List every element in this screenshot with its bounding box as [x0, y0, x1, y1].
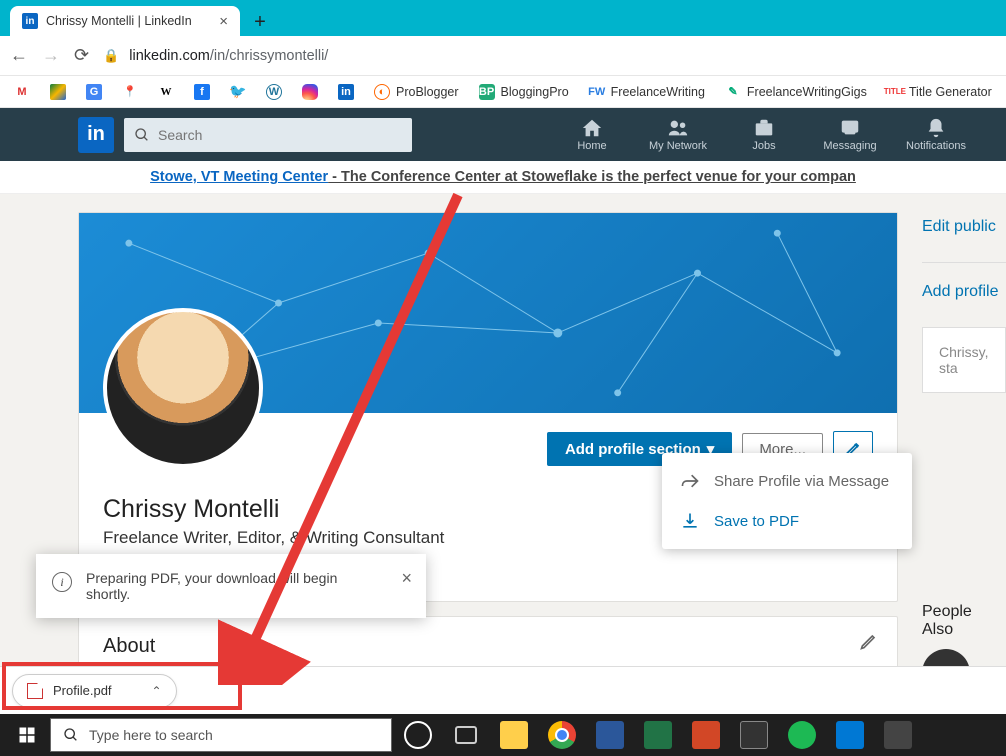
bookmark-titlegenerator[interactable]: TITLETitle Generator [887, 84, 992, 100]
bookmark-freelancewriting[interactable]: FWFreelanceWriting [589, 84, 705, 100]
download-item[interactable]: Profile.pdf ⌃ [12, 674, 177, 708]
browser-tab[interactable]: in Chrissy Montelli | LinkedIn × [10, 6, 240, 36]
taskbar-spotify[interactable] [780, 718, 824, 752]
bookmark-drive[interactable] [50, 84, 66, 100]
bookmark-facebook[interactable]: f [194, 84, 210, 100]
download-filename: Profile.pdf [53, 683, 112, 698]
tab-title: Chrissy Montelli | LinkedIn [46, 14, 211, 28]
taskbar-mail[interactable] [828, 718, 872, 752]
taskbar-powerpoint[interactable] [684, 718, 728, 752]
bookmark-problogger[interactable]: ◐ProBlogger [374, 84, 459, 100]
edit-about-button[interactable] [859, 631, 879, 656]
linkedin-logo[interactable]: in [78, 117, 114, 153]
nav-jobs[interactable]: Jobs [722, 117, 806, 152]
search-icon [63, 727, 79, 743]
forward-button[interactable]: → [42, 45, 60, 66]
reload-button[interactable]: ⟳ [74, 45, 89, 66]
taskbar-excel[interactable] [636, 718, 680, 752]
browser-toolbar: ← → ⟳ 🔒 linkedin.com/in/chrissymontelli/ [0, 36, 1006, 76]
bookmark-bloggingpro[interactable]: BPBloggingPro [479, 84, 569, 100]
nav-notifications[interactable]: Notifications [894, 117, 978, 152]
taskbar-chrome[interactable] [540, 718, 584, 752]
bookmark-maps[interactable]: 📍 [122, 84, 138, 100]
taskbar-app[interactable] [876, 718, 920, 752]
taskbar-taskview[interactable] [444, 718, 488, 752]
bookmark-freelancewritinggigs[interactable]: ✎FreelanceWritingGigs [725, 84, 867, 100]
taskbar-search[interactable]: Type here to search [50, 718, 392, 752]
right-prompt-card[interactable]: Chrissy, sta [922, 327, 1006, 393]
taskbar-cortana[interactable] [396, 718, 440, 752]
more-dropdown: Share Profile via Message Save to PDF [662, 453, 912, 549]
start-button[interactable] [8, 718, 46, 752]
people-also-heading: People Also [922, 603, 1006, 639]
nav-mynetwork[interactable]: My Network [636, 117, 720, 152]
profile-card: Add profile section ▾ More... Chrissy Mo… [78, 212, 898, 602]
ad-text: - The Conference Center at Stoweflake is… [328, 169, 856, 185]
address-bar[interactable]: 🔒 linkedin.com/in/chrissymontelli/ [103, 48, 996, 64]
edit-public-link[interactable]: Edit public [922, 218, 1006, 236]
share-profile-item[interactable]: Share Profile via Message [662, 461, 912, 501]
linkedin-search[interactable] [124, 118, 412, 152]
bookmark-wordpress[interactable]: W [266, 84, 282, 100]
info-icon: i [52, 572, 72, 592]
search-icon [134, 127, 150, 143]
profile-avatar[interactable] [103, 308, 263, 468]
close-tab-icon[interactable]: × [219, 13, 228, 30]
search-input[interactable] [158, 127, 402, 143]
close-toast-button[interactable]: × [401, 568, 412, 589]
pencil-icon [859, 631, 879, 651]
chevron-up-icon[interactable]: ⌃ [152, 684, 162, 698]
download-icon [680, 511, 700, 531]
linkedin-header: in Home My Network Jobs Messaging Notifi… [0, 108, 1006, 161]
nav-messaging[interactable]: Messaging [808, 117, 892, 152]
new-tab-button[interactable]: + [246, 8, 274, 36]
taskbar-calculator[interactable] [732, 718, 776, 752]
toast-message: Preparing PDF, your download will begin … [86, 570, 337, 602]
bookmarks-bar: M G 📍 W f 🐦 W in ◐ProBlogger BPBloggingP… [0, 76, 1006, 108]
bookmark-translate[interactable]: G [86, 84, 102, 100]
add-profile-link[interactable]: Add profile [922, 283, 1006, 301]
window-titlebar: in Chrissy Montelli | LinkedIn × + [0, 0, 1006, 36]
bookmark-gmail[interactable]: M [14, 84, 30, 100]
url-host: linkedin.com [129, 48, 210, 64]
about-heading: About [103, 635, 873, 658]
bookmark-wikipedia[interactable]: W [158, 84, 174, 100]
windows-taskbar: Type here to search [0, 714, 1006, 756]
taskbar-search-placeholder: Type here to search [89, 727, 213, 743]
pdf-preparing-toast: i Preparing PDF, your download will begi… [36, 554, 426, 618]
bookmark-twitter[interactable]: 🐦 [230, 84, 246, 100]
sponsored-banner[interactable]: Stowe, VT Meeting Center - The Conferenc… [0, 161, 1006, 194]
linkedin-favicon: in [22, 13, 38, 29]
share-icon [680, 471, 700, 491]
pdf-icon [27, 683, 43, 699]
back-button[interactable]: ← [10, 45, 28, 66]
download-shelf: Profile.pdf ⌃ [0, 666, 1006, 714]
ad-link[interactable]: Stowe, VT Meeting Center [150, 169, 328, 185]
bookmark-instagram[interactable] [302, 84, 318, 100]
save-pdf-item[interactable]: Save to PDF [662, 501, 912, 541]
page-main: Add profile section ▾ More... Chrissy Mo… [0, 194, 1006, 747]
url-path: /in/chrissymontelli/ [210, 48, 328, 64]
bookmark-linkedin[interactable]: in [338, 84, 354, 100]
nav-home[interactable]: Home [550, 117, 634, 152]
lock-icon: 🔒 [103, 48, 119, 64]
taskbar-explorer[interactable] [492, 718, 536, 752]
taskbar-word[interactable] [588, 718, 632, 752]
